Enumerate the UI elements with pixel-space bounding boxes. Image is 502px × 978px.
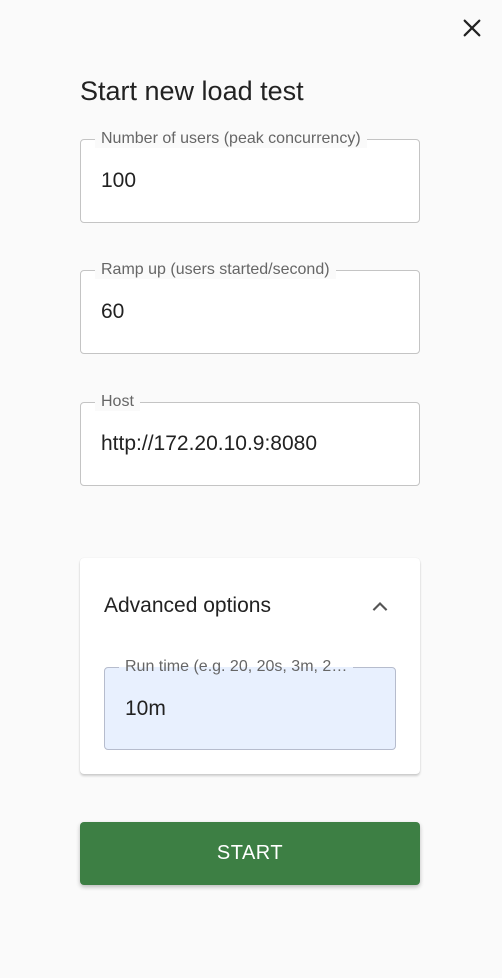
ramp-up-input[interactable]	[101, 300, 401, 324]
close-icon	[463, 19, 481, 37]
host-field[interactable]: Host	[80, 393, 420, 486]
users-field[interactable]: Number of users (peak concurrency)	[80, 130, 420, 223]
advanced-options-title: Advanced options	[104, 594, 271, 617]
users-input[interactable]	[101, 169, 401, 193]
ramp-up-field[interactable]: Ramp up (users started/second)	[80, 261, 420, 354]
host-input[interactable]	[101, 432, 401, 456]
load-test-dialog: Start new load test Number of users (pea…	[0, 0, 502, 978]
run-time-input[interactable]	[125, 697, 375, 721]
run-time-field-label: Run time (e.g. 20, 20s, 3m, 2…	[119, 658, 354, 676]
advanced-options-panel: Advanced options Run time (e.g. 20, 20s,…	[80, 558, 420, 774]
dialog-title: Start new load test	[80, 76, 304, 106]
host-field-label: Host	[95, 393, 140, 411]
advanced-options-toggle[interactable]: Advanced options	[80, 558, 420, 654]
run-time-field[interactable]: Run time (e.g. 20, 20s, 3m, 2…	[104, 658, 396, 750]
ramp-up-field-label: Ramp up (users started/second)	[95, 261, 336, 279]
users-field-label: Number of users (peak concurrency)	[95, 130, 367, 148]
start-button[interactable]: START	[80, 822, 420, 885]
chevron-up-icon	[372, 601, 388, 611]
close-button[interactable]	[456, 12, 488, 44]
